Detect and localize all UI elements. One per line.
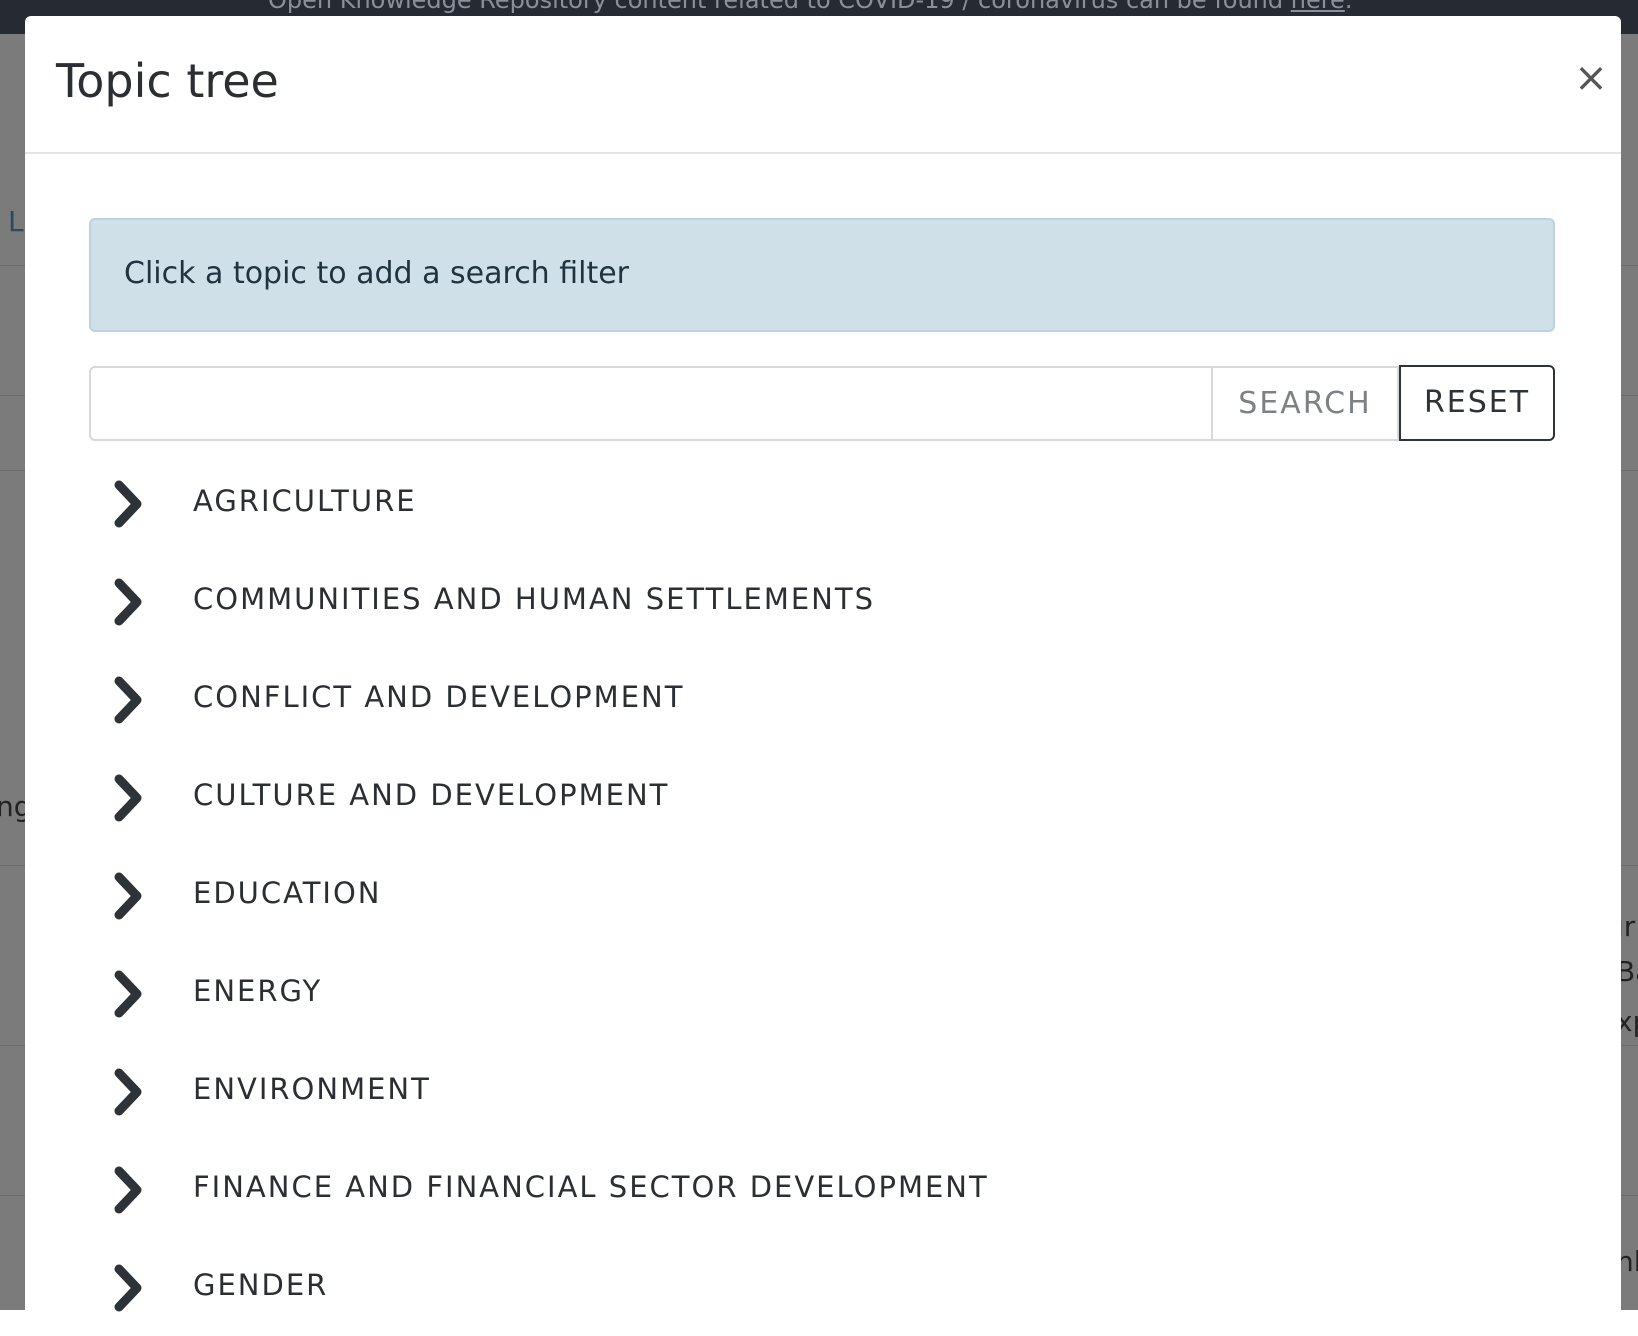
- chevron-right-icon[interactable]: [113, 774, 149, 822]
- search-button[interactable]: SEARCH: [1212, 366, 1399, 441]
- chevron-right-icon[interactable]: [113, 1166, 149, 1214]
- topic-label[interactable]: CULTURE AND DEVELOPMENT: [193, 778, 669, 812]
- topic-item-agriculture[interactable]: AGRICULTURE: [25, 456, 1621, 554]
- banner-link[interactable]: here: [1291, 0, 1345, 14]
- banner-end: .: [1344, 0, 1353, 14]
- topic-label[interactable]: COMMUNITIES AND HUMAN SETTLEMENTS: [193, 582, 875, 616]
- topic-label[interactable]: FINANCE AND FINANCIAL SECTOR DEVELOPMENT: [193, 1170, 989, 1204]
- chevron-right-icon[interactable]: [113, 480, 149, 528]
- chevron-right-icon[interactable]: [113, 1264, 149, 1312]
- modal-header: Topic tree ×: [25, 16, 1621, 154]
- chevron-right-icon[interactable]: [113, 872, 149, 920]
- reset-button[interactable]: RESET: [1399, 365, 1555, 441]
- chevron-right-icon[interactable]: [113, 578, 149, 626]
- topic-label[interactable]: ENERGY: [193, 974, 322, 1008]
- topic-label[interactable]: ENVIRONMENT: [193, 1072, 431, 1106]
- topic-search-input[interactable]: [89, 366, 1213, 441]
- info-alert-text: Click a topic to add a search filter: [124, 256, 630, 291]
- topic-tree-modal: Topic tree × Click a topic to add a sear…: [25, 16, 1621, 1336]
- banner-text: Open Knowledge Repository content relate…: [268, 0, 1291, 14]
- close-icon: ×: [1574, 55, 1608, 101]
- topic-item-culture[interactable]: CULTURE AND DEVELOPMENT: [25, 750, 1621, 848]
- background-text-fragment: L: [8, 205, 24, 238]
- topic-item-communities[interactable]: COMMUNITIES AND HUMAN SETTLEMENTS: [25, 554, 1621, 652]
- chevron-right-icon[interactable]: [113, 970, 149, 1018]
- chevron-right-icon[interactable]: [113, 676, 149, 724]
- topic-item-education[interactable]: EDUCATION: [25, 848, 1621, 946]
- close-button[interactable]: ×: [1571, 58, 1611, 98]
- topic-item-gender[interactable]: GENDER: [25, 1240, 1621, 1336]
- topic-label[interactable]: AGRICULTURE: [193, 484, 417, 518]
- topic-item-energy[interactable]: ENERGY: [25, 946, 1621, 1044]
- topic-label[interactable]: CONFLICT AND DEVELOPMENT: [193, 680, 684, 714]
- topic-label[interactable]: EDUCATION: [193, 876, 382, 910]
- topic-item-finance[interactable]: FINANCE AND FINANCIAL SECTOR DEVELOPMENT: [25, 1142, 1621, 1240]
- modal-title: Topic tree: [56, 54, 279, 108]
- topic-label[interactable]: GENDER: [193, 1268, 328, 1302]
- topic-item-environment[interactable]: ENVIRONMENT: [25, 1044, 1621, 1142]
- info-alert: Click a topic to add a search filter: [89, 218, 1555, 332]
- chevron-right-icon[interactable]: [113, 1068, 149, 1116]
- topic-item-conflict[interactable]: CONFLICT AND DEVELOPMENT: [25, 652, 1621, 750]
